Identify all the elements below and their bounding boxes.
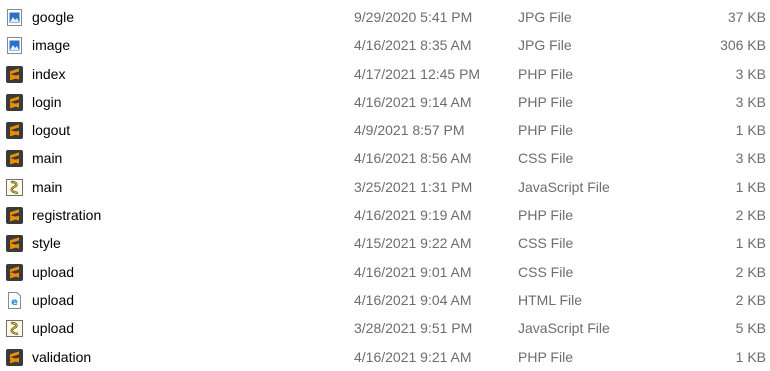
jpg-image-icon [6,37,23,55]
svg-text:e: e [11,297,18,308]
file-date-modified: 4/16/2021 9:19 AM [354,207,472,224]
sublime-text-icon [6,263,23,281]
sublime-text-icon [6,207,23,225]
file-date-modified: 4/17/2021 12:45 PM [354,65,481,82]
file-type: CSS File [518,150,574,167]
file-date-modified: 4/16/2021 9:21 AM [354,348,472,365]
file-size: 306 KB [720,37,766,54]
file-name: upload [32,263,75,280]
file-date-modified: 4/9/2021 8:57 PM [354,122,465,139]
file-type: PHP File [518,122,573,139]
file-name: main [32,150,63,167]
file-size: 3 KB [735,65,766,82]
file-date-modified: 4/15/2021 9:22 AM [354,235,472,252]
file-date-modified: 4/16/2021 9:01 AM [354,263,472,280]
sublime-text-icon [6,150,23,168]
file-date-modified: 9/29/2020 5:41 PM [354,9,473,25]
file-list: google 9/29/2020 5:41 PM JPG File 37 KB … [0,0,770,370]
file-row[interactable]: login 4/16/2021 9:14 AM PHP File 3 KB [0,88,770,116]
file-type: PHP File [518,207,573,224]
file-type: CSS File [518,263,574,280]
file-row[interactable]: style 4/15/2021 9:22 AM CSS File 1 KB [0,229,770,257]
file-size: 3 KB [735,93,766,110]
file-size: 3 KB [735,150,766,167]
file-row[interactable]: main 3/25/2021 1:31 PM JavaScript File 1… [0,173,770,201]
file-size: 1 KB [735,235,766,252]
file-date-modified: 3/28/2021 9:51 PM [354,320,473,337]
edge-html-icon: e [6,291,23,309]
file-type: JPG File [518,37,572,54]
file-date-modified: 4/16/2021 9:04 AM [354,291,472,308]
file-type: HTML File [518,291,583,308]
file-size: 2 KB [735,291,766,308]
file-type: PHP File [518,93,573,110]
file-type: JavaScript File [518,178,610,195]
file-name: image [32,37,71,54]
file-row[interactable]: google 9/29/2020 5:41 PM JPG File 37 KB [0,3,770,31]
sublime-text-icon [6,93,23,111]
sublime-text-icon [6,65,23,83]
file-name: main [32,178,63,195]
file-size: 1 KB [735,178,766,195]
file-row[interactable]: upload 4/16/2021 9:01 AM CSS File 2 KB [0,258,770,286]
file-size: 1 KB [735,348,766,365]
file-date-modified: 4/16/2021 9:14 AM [354,93,472,110]
file-name: google [32,9,75,25]
jpg-image-icon [6,9,23,26]
sublime-text-icon [6,235,23,253]
file-size: 5 KB [735,320,766,337]
sublime-text-icon [6,122,23,140]
javascript-script-icon [6,178,23,196]
file-name: validation [32,348,92,365]
file-size: 37 KB [727,9,766,25]
file-row[interactable]: index 4/17/2021 12:45 PM PHP File 3 KB [0,60,770,88]
file-name: style [32,235,61,252]
file-row[interactable]: image 4/16/2021 8:35 AM JPG File 306 KB [0,31,770,59]
file-date-modified: 4/16/2021 8:56 AM [354,150,472,167]
file-type: JavaScript File [518,320,610,337]
file-name: registration [32,207,102,224]
file-row[interactable]: validation 4/16/2021 9:21 AM PHP File 1 … [0,343,770,371]
file-row[interactable]: e upload 4/16/2021 9:04 AM HTML File 2 K… [0,286,770,314]
file-type: CSS File [518,235,574,252]
file-row[interactable]: main 4/16/2021 8:56 AM CSS File 3 KB [0,144,770,172]
file-name: index [32,65,66,82]
file-type: PHP File [518,348,573,365]
file-date-modified: 4/16/2021 8:35 AM [354,37,472,54]
file-row[interactable]: logout 4/9/2021 8:57 PM PHP File 1 KB [0,116,770,144]
file-size: 2 KB [735,207,766,224]
file-row[interactable]: registration 4/16/2021 9:19 AM PHP File … [0,201,770,229]
javascript-script-icon [6,320,23,338]
file-type: JPG File [518,9,572,25]
file-name: login [32,93,62,110]
file-date-modified: 3/25/2021 1:31 PM [354,178,473,195]
file-type: PHP File [518,65,573,82]
file-size: 1 KB [735,122,766,139]
sublime-text-icon [6,348,23,366]
file-name: upload [32,320,75,337]
file-name: upload [32,291,75,308]
file-size: 2 KB [735,263,766,280]
file-name: logout [32,122,71,139]
file-row[interactable]: upload 3/28/2021 9:51 PM JavaScript File… [0,314,770,342]
